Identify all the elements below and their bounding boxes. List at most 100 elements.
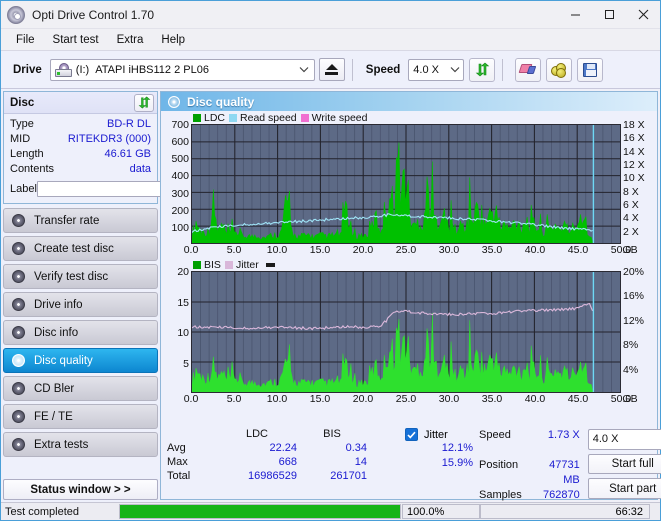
sidebar-item-disc-info[interactable]: Disc info [3, 320, 158, 345]
erase-button[interactable] [515, 57, 542, 82]
disc-type-label: Type [10, 118, 34, 130]
stats-avg-bis: 0.34 [345, 442, 367, 454]
samples-label: Samples [479, 489, 522, 501]
disc-refresh-button[interactable] [134, 93, 154, 112]
speed-position-column: Speed 1.73 X Position 47731 MB Samples 7… [479, 428, 588, 501]
legend-label: LDC [204, 111, 226, 124]
drive-select[interactable]: (I:) ATAPI iHBS112 2 PL06 [49, 58, 315, 81]
stats-corner [167, 428, 217, 440]
disc-panel-header: Disc [4, 92, 157, 114]
sidebar-item-fe-te[interactable]: FE / TE [3, 404, 158, 429]
y-tick-label: 15 [177, 296, 189, 309]
charts: LDC Read speed Write speed 100 200 300 4… [161, 111, 657, 425]
eject-button[interactable] [318, 58, 345, 81]
bitsetting-button[interactable] [546, 57, 573, 82]
menu-start-test[interactable]: Start test [44, 32, 108, 48]
x-tick-label: 10.0 [266, 393, 288, 405]
sidebar-item-drive-info[interactable]: Drive info [3, 292, 158, 317]
speed-row: Speed 1.73 X [479, 428, 588, 443]
disc-icon [12, 409, 26, 424]
test-speed-select[interactable]: 4.0 X [587, 429, 661, 450]
sidebar-item-label: Verify test disc [34, 270, 109, 283]
start-part-button[interactable]: Start part [587, 478, 661, 500]
sidebar-item-extra-tests[interactable]: Extra tests [3, 432, 158, 457]
disc-icon [12, 381, 26, 396]
page-title: Disc quality [187, 94, 255, 109]
sidebar-item-label: FE / TE [34, 410, 73, 423]
sidebar-item-label: Disc info [34, 326, 79, 339]
speed-select[interactable]: 4.0 X [408, 58, 465, 81]
drive-select-value: (I:) ATAPI iHBS112 2 PL06 [76, 64, 296, 76]
app-window: Opti Drive Control 1.70 File Start test … [0, 0, 661, 521]
menu-help[interactable]: Help [152, 32, 194, 48]
legend-swatch [224, 260, 233, 269]
disc-contents-value: data [129, 163, 151, 175]
y-tick-label: 600 [171, 136, 189, 149]
refresh-button[interactable] [469, 57, 496, 82]
chevron-down-icon[interactable] [447, 65, 463, 75]
sidebar-item-cd-bler[interactable]: CD Bler [3, 376, 158, 401]
y-tick-label: 400 [171, 170, 189, 183]
disc-mid-label: MID [10, 133, 31, 145]
nav-list: Transfer rate Create test disc Verify te… [3, 208, 158, 457]
disc-type-value: BD-R DL [106, 118, 151, 130]
disc-icon [12, 325, 26, 340]
drive-label: Drive [13, 63, 42, 76]
y-tick-label: 500 [171, 153, 189, 166]
chevron-down-icon[interactable] [296, 65, 312, 75]
sidebar-item-label: Create test disc [34, 242, 114, 255]
jitter-column: Jitter 12.1% 15.9% [399, 428, 479, 499]
save-button[interactable] [577, 57, 604, 82]
ldc-plot-area[interactable] [191, 124, 621, 244]
samples-row: Samples 762870 [479, 488, 588, 503]
sidebar-item-transfer-rate[interactable]: Transfer rate [3, 208, 158, 233]
sidebar-item-create-test-disc[interactable]: Create test disc [3, 236, 158, 261]
jitter-checkbox[interactable] [405, 428, 418, 441]
bis-y2-axis-labels: 4% 8% 12% 16% 20% [621, 266, 657, 393]
status-window-button[interactable]: Status window > > [3, 479, 158, 500]
legend-ldc: LDC [193, 112, 225, 124]
window-title: Opti Drive Control 1.70 [32, 7, 155, 22]
sidebar-item-verify-test-disc[interactable]: Verify test disc [3, 264, 158, 289]
legend-jitter: Jitter [224, 259, 259, 271]
y2-tick-label: 20% [623, 266, 645, 278]
x-tick-label: 15.0 [309, 393, 331, 405]
legend-bis: BIS [193, 259, 221, 271]
y2-tick-label: 10 X [623, 172, 645, 185]
stats-table: LDC BIS Avg 22.24 0.34 Max 668 14 Total … [167, 428, 399, 499]
menu-file[interactable]: File [7, 32, 44, 48]
x-tick-label: 10.0 [266, 244, 288, 256]
disc-properties: Type BD-R DL MID RITEKDR3 (000) Length 4… [4, 114, 235, 203]
sidebar: Disc Type BD-R DL MID RITEKDR3 (000) Len… [1, 89, 235, 502]
y-tick-label: 200 [171, 204, 189, 217]
legend-label: Write speed [311, 111, 368, 124]
maximize-icon[interactable] [592, 1, 626, 29]
disc-quality-panel: Disc quality LDC Read speed Write speed … [160, 91, 661, 501]
menu-extra[interactable]: Extra [108, 32, 153, 48]
panel-header: Disc quality [161, 92, 657, 111]
status-message: Test completed [5, 505, 79, 518]
x-tick-label: 35.0 [481, 393, 503, 405]
bis-plot-row: 5 10 15 20 4% 8% 12% 16% 20% [161, 266, 657, 393]
bis-plot-area[interactable] [191, 271, 621, 393]
minimize-icon[interactable] [558, 1, 592, 29]
legend-write-speed: Write speed [300, 111, 368, 124]
x-tick-label: 30.0 [438, 393, 460, 405]
disc-icon [168, 95, 180, 108]
y-tick-label: 300 [171, 187, 189, 200]
bis-chart: BIS Jitter 5 10 15 20 4% 8% 12% 16% 20% … [161, 258, 657, 407]
y2-tick-label: 8% [623, 339, 639, 352]
disc-icon [12, 353, 26, 368]
ldc-x-axis-labels: 0.0 5.0 10.0 15.0 20.0 25.0 30.0 35.0 40.0 45.0 50… [161, 244, 657, 258]
disc-row-contents: Contents data [10, 162, 151, 177]
elapsed-time: 66:32 [480, 504, 650, 519]
sidebar-item-disc-quality[interactable]: Disc quality [3, 348, 158, 373]
ldc-chart: LDC Read speed Write speed 100 200 300 4… [161, 111, 657, 258]
disc-icon [12, 269, 26, 284]
start-full-button[interactable]: Start full [587, 453, 661, 475]
close-icon[interactable] [626, 1, 660, 29]
menu-bar: File Start test Extra Help [1, 29, 660, 51]
x-tick-label: 45.0 [567, 393, 589, 405]
position-value: 47731 MB [549, 459, 580, 486]
disc-row-length: Length 46.61 GB [10, 147, 151, 162]
